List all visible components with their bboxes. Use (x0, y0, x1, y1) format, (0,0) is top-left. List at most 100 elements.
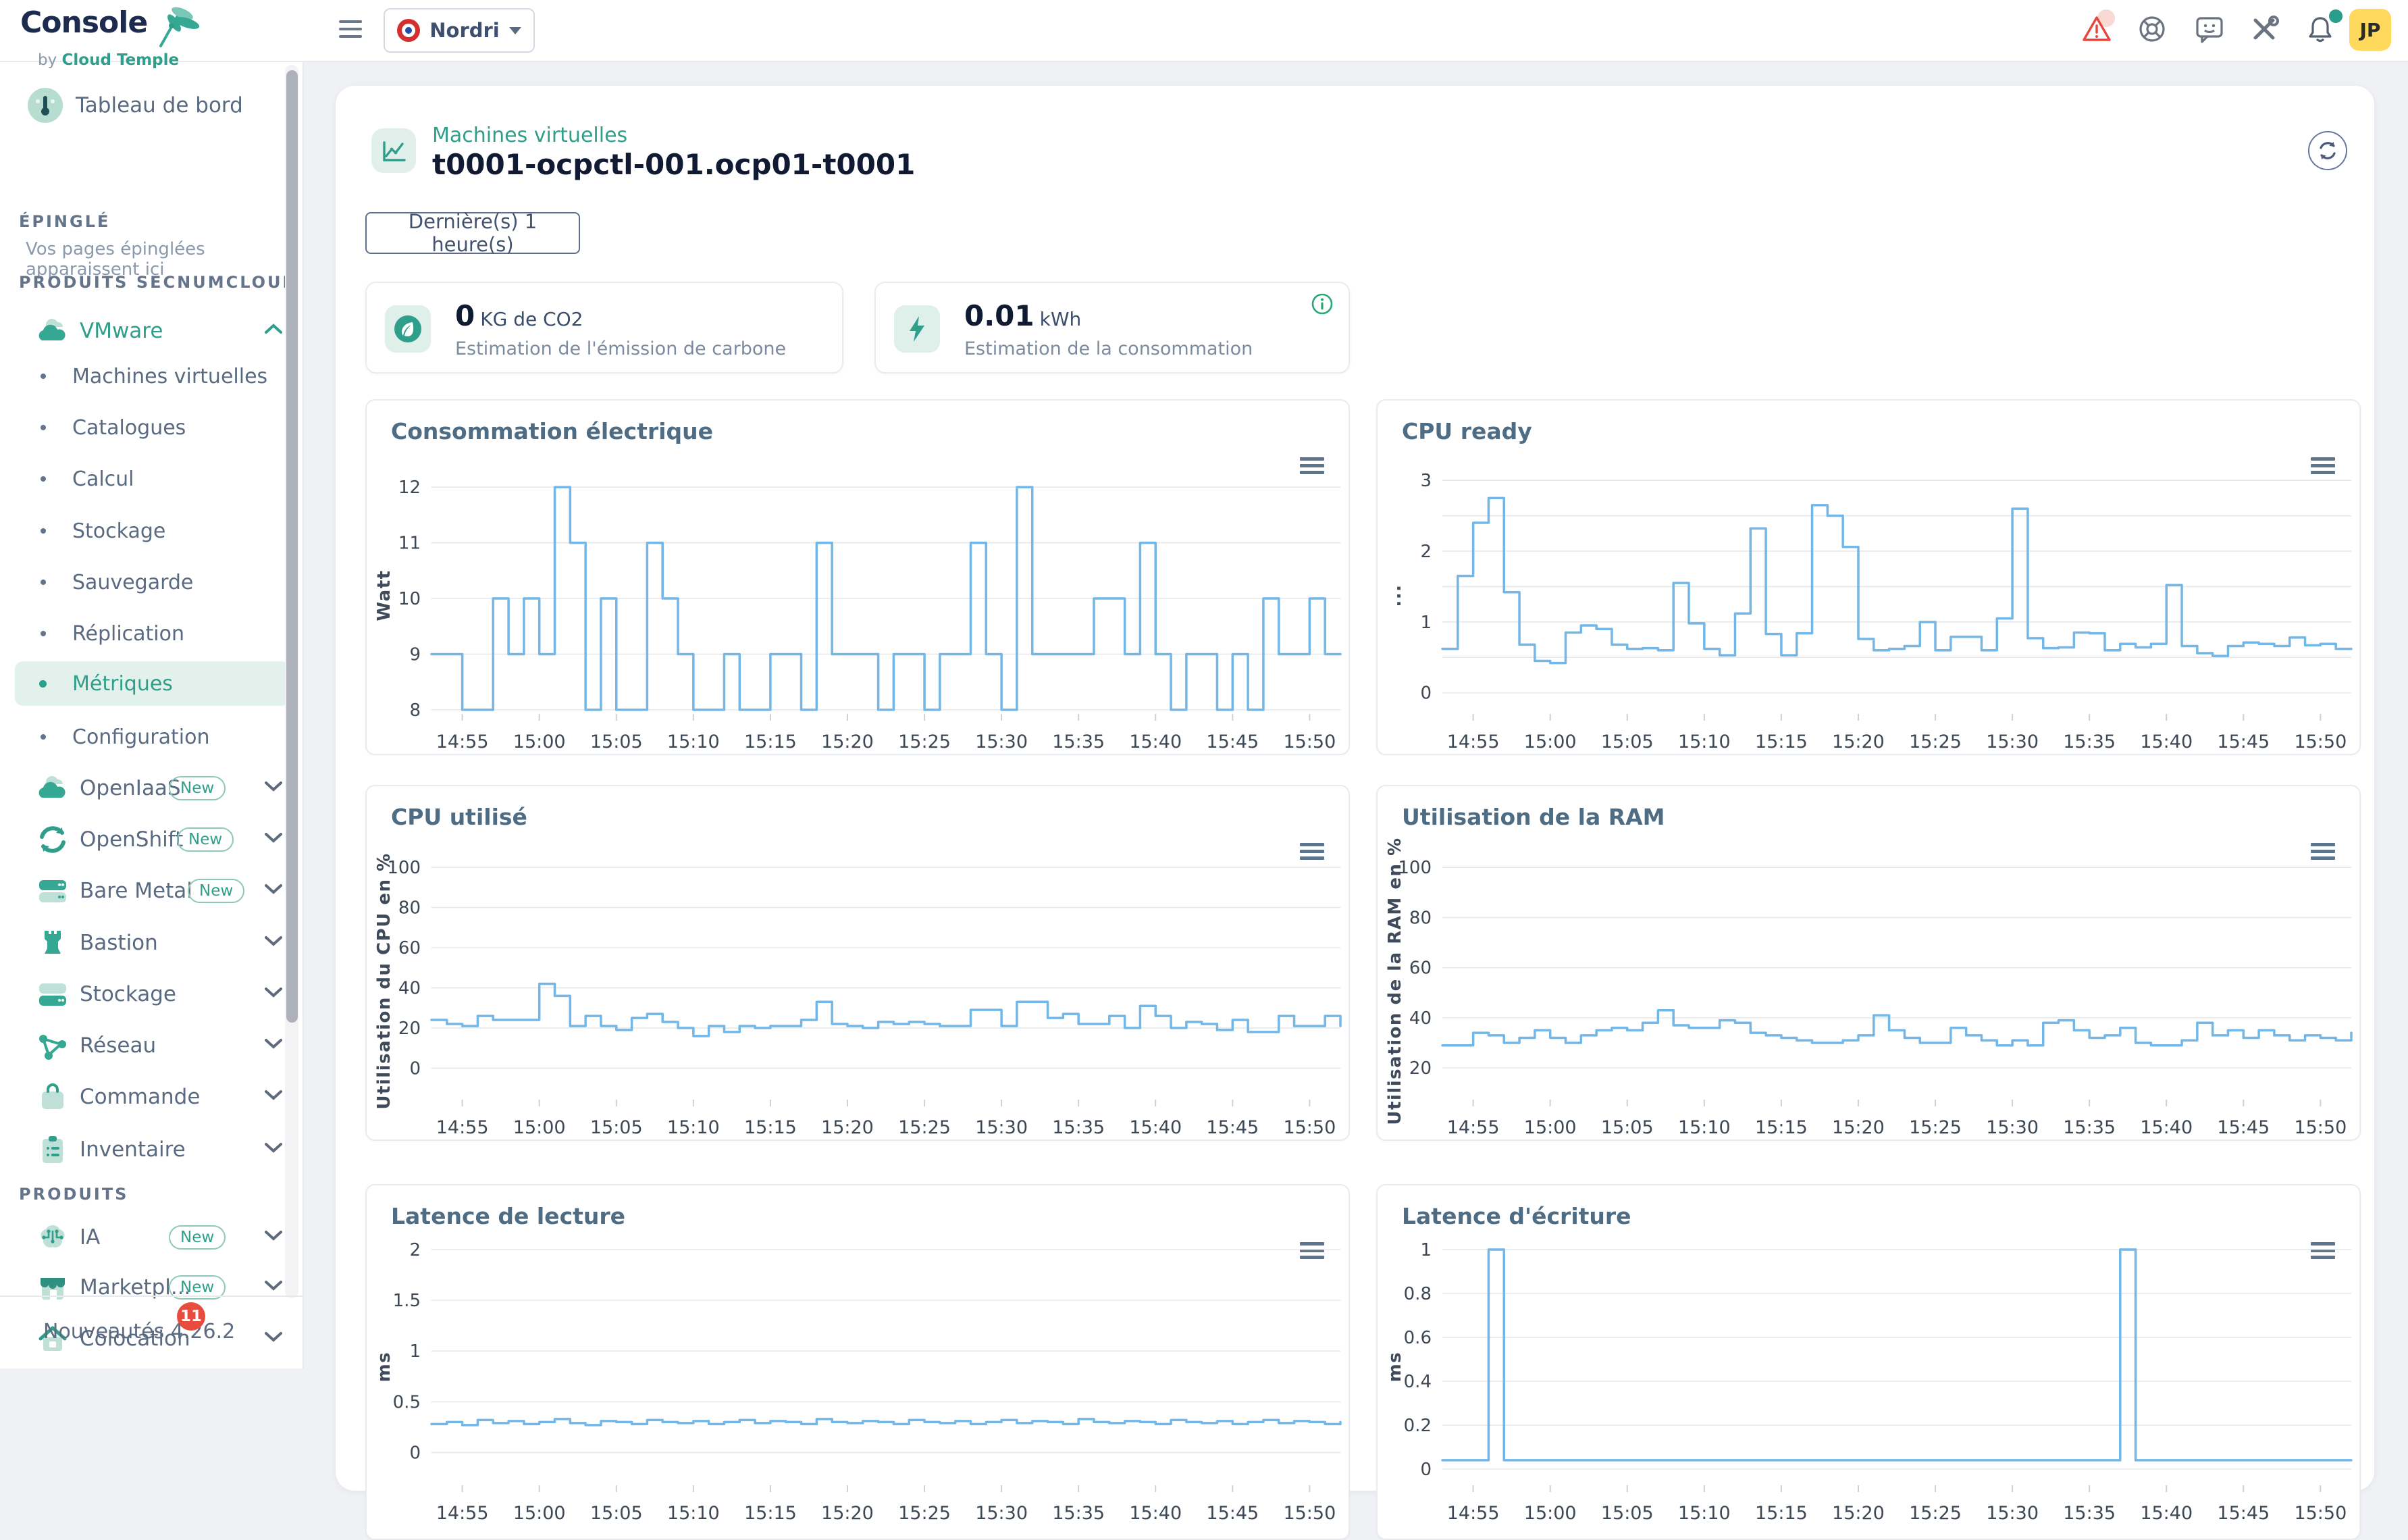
svg-text:15:20: 15:20 (821, 1117, 874, 1138)
menu-toggle-icon[interactable] (339, 20, 362, 41)
svg-text:15:25: 15:25 (1909, 1503, 1962, 1524)
chevron-down-icon (265, 1089, 280, 1104)
kwh-value-line: 0.01kWh (964, 299, 1081, 332)
user-avatar[interactable]: JP (2349, 9, 2391, 51)
page-title: t0001-ocpctl-001.ocp01-t0001 (432, 148, 915, 181)
svg-text:60: 60 (398, 938, 421, 958)
secnumcloud-section-title: PRODUITS SECNUMCLOUD (19, 273, 298, 292)
sidebar-group-marketplace[interactable]: Marketpl... New (0, 1266, 304, 1309)
sidebar-group-label: VMware (80, 319, 163, 343)
sidebar-group-bastion[interactable]: Bastion (0, 921, 304, 965)
co2-value: 0 (455, 299, 475, 332)
sidebar-item-machines-virtuelles[interactable]: Machines virtuelles (0, 356, 304, 396)
svg-text:12: 12 (398, 478, 421, 498)
lightning-icon (894, 305, 940, 353)
svg-text:15:05: 15:05 (590, 1117, 643, 1138)
svg-text:0.2: 0.2 (1404, 1416, 1432, 1436)
sidebar-item-catalogues[interactable]: Catalogues (0, 407, 304, 448)
svg-text:15:30: 15:30 (1986, 1503, 2039, 1524)
sidebar-group-commande[interactable]: Commande (0, 1075, 304, 1119)
svg-text:15:10: 15:10 (667, 1503, 720, 1524)
svg-text:15:40: 15:40 (1129, 1117, 1182, 1138)
sidebar-group-bare-metal[interactable]: Bare Metal New (0, 869, 304, 913)
svg-text:15:15: 15:15 (1755, 1117, 1808, 1138)
svg-text:14:55: 14:55 (436, 1117, 489, 1138)
kwh-caption: Estimation de la consommation (964, 338, 1253, 359)
alert-icon[interactable] (2081, 14, 2112, 45)
cloud-icon (35, 771, 70, 806)
sidebar-group-stockage[interactable]: Stockage (0, 973, 304, 1016)
cocarde-icon (397, 19, 420, 42)
notifications-bell-icon[interactable] (2305, 14, 2336, 45)
svg-text:15:45: 15:45 (1206, 732, 1259, 752)
sidebar-item-replication[interactable]: Réplication (0, 613, 304, 654)
leaf-icon (385, 305, 431, 353)
time-range-button[interactable]: Dernière(s) 1 heure(s) (365, 212, 580, 254)
sidebar-item-calcul[interactable]: Calcul (0, 459, 304, 499)
svg-text:15:20: 15:20 (821, 1503, 874, 1524)
breadcrumb[interactable]: Machines virtuelles (432, 124, 627, 147)
svg-text:15:00: 15:00 (513, 1117, 566, 1138)
svg-text:11: 11 (398, 534, 421, 554)
svg-text:15:30: 15:30 (1986, 732, 2039, 752)
chevron-down-icon (265, 883, 280, 898)
sidebar-item-configuration[interactable]: Configuration (0, 717, 304, 757)
sidebar-group-ia[interactable]: IA New (0, 1216, 304, 1259)
sidebar-group-openshift[interactable]: OpenShift New (0, 818, 304, 861)
svg-text:15:50: 15:50 (1283, 1117, 1336, 1138)
sidebar-item-metriques[interactable]: Métriques (0, 663, 304, 704)
kwh-unit: kWh (1040, 308, 1082, 330)
organization-selector[interactable]: Nordri (384, 8, 535, 53)
svg-text:15:15: 15:15 (744, 1117, 797, 1138)
sidebar-footer-divider (0, 1295, 303, 1297)
sidebar-item-dashboard[interactable]: Tableau de bord (0, 84, 304, 127)
svg-text:1: 1 (1420, 1240, 1432, 1260)
chevron-down-icon (265, 1142, 280, 1157)
chart-plot: 012314:5515:0015:0515:1015:1515:2015:251… (1378, 401, 2361, 755)
sidebar-item-stockage-vmware[interactable]: Stockage (0, 511, 304, 551)
refresh-button[interactable] (2308, 131, 2347, 170)
svg-text:15:25: 15:25 (898, 1503, 951, 1524)
svg-text:0.8: 0.8 (1404, 1284, 1432, 1304)
sidebar-group-inventaire[interactable]: Inventaire (0, 1128, 304, 1171)
svg-text:15:45: 15:45 (2217, 1503, 2270, 1524)
new-badge: New (188, 879, 244, 903)
kwh-value: 0.01 (964, 299, 1035, 332)
brain-icon (35, 1220, 70, 1255)
svg-text:15:35: 15:35 (2063, 732, 2116, 752)
support-icon[interactable] (2137, 14, 2168, 45)
sidebar-group-vmware[interactable]: VMware (0, 309, 304, 353)
sidebar-group-reseau[interactable]: Réseau (0, 1024, 304, 1067)
server-stack-icon (35, 873, 70, 908)
pinned-section-title: ÉPINGLÉ (19, 212, 110, 231)
organization-name: Nordri (429, 19, 500, 42)
svg-text:...: ... (1385, 584, 1405, 607)
clipboard-icon (35, 1132, 70, 1167)
chart-plot: 2040608010014:5515:0015:0515:1015:1515:2… (1378, 786, 2361, 1141)
svg-text:15:50: 15:50 (1283, 1503, 1336, 1524)
chevron-down-icon (265, 1331, 280, 1346)
svg-text:15:10: 15:10 (667, 732, 720, 752)
svg-text:15:05: 15:05 (1601, 1503, 1654, 1524)
feedback-icon[interactable] (2194, 14, 2225, 45)
chart-card-latence-lecture: Latence de lecture 00.511.5214:5515:0015… (365, 1184, 1350, 1540)
svg-text:1.5: 1.5 (393, 1291, 421, 1311)
whats-new-link[interactable]: Nouveautés 4.26.2 (43, 1320, 235, 1343)
tools-icon[interactable] (2249, 14, 2280, 45)
info-icon[interactable] (1311, 292, 1334, 315)
sidebar-group-openiaas[interactable]: OpenIaaS New (0, 767, 304, 810)
svg-text:15:35: 15:35 (2063, 1117, 2116, 1138)
new-badge: New (169, 1225, 226, 1250)
storage-server-icon (35, 977, 70, 1012)
svg-text:20: 20 (398, 1019, 421, 1039)
svg-text:0: 0 (1420, 1460, 1432, 1480)
sidebar-scrollbar-thumb[interactable] (286, 70, 298, 1023)
svg-text:15:05: 15:05 (590, 1503, 643, 1524)
sidebar-item-sauvegarde[interactable]: Sauvegarde (0, 562, 304, 602)
console-logo[interactable]: Console by Cloud Temple (20, 5, 200, 69)
svg-text:15:40: 15:40 (2140, 1117, 2193, 1138)
products-section-title: PRODUITS (19, 1185, 128, 1204)
svg-text:40: 40 (1409, 1008, 1432, 1029)
svg-text:15:35: 15:35 (1052, 732, 1105, 752)
svg-text:15:05: 15:05 (1601, 1117, 1654, 1138)
